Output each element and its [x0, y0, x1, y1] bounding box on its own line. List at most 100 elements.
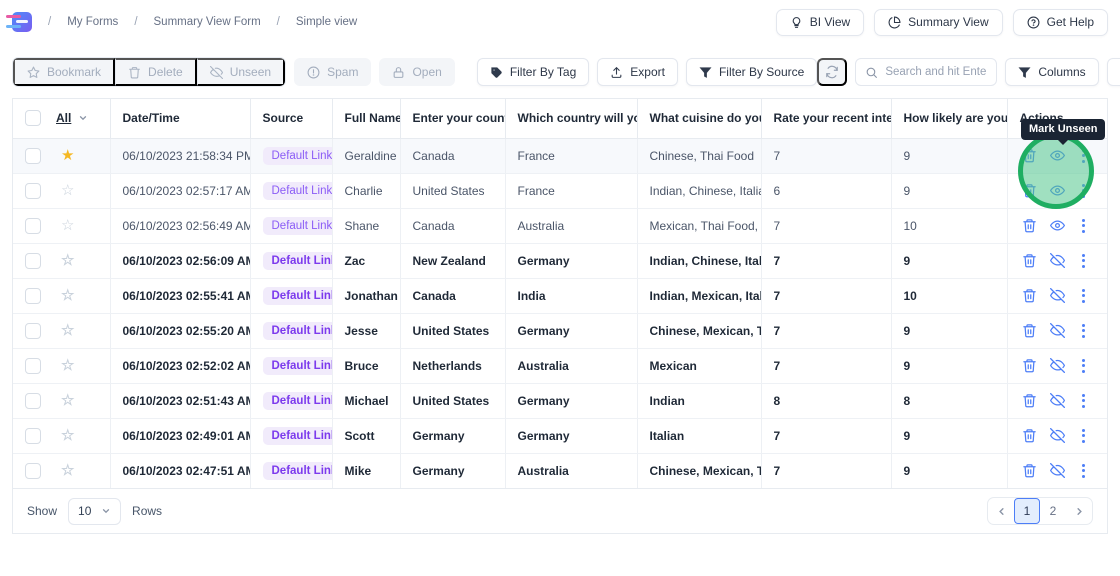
star-icon[interactable]: ★☆	[61, 462, 74, 479]
mark-seen-eye-off-icon[interactable]	[1050, 288, 1065, 303]
column-header-datetime[interactable]: Date/Time	[110, 99, 250, 138]
delete-row-icon[interactable]	[1022, 323, 1037, 338]
app-logo-icon[interactable]	[12, 12, 32, 32]
kebab-menu-icon[interactable]	[1078, 183, 1089, 199]
kebab-menu-icon[interactable]	[1078, 428, 1089, 444]
kebab-menu-icon[interactable]	[1078, 288, 1089, 304]
kebab-menu-icon[interactable]	[1078, 323, 1089, 339]
select-all-dropdown[interactable]: All	[56, 111, 71, 125]
mark-unseen-eye-icon[interactable]	[1050, 218, 1065, 233]
page-1-button[interactable]: 1	[1014, 498, 1040, 524]
chevron-down-icon[interactable]	[78, 113, 88, 123]
column-header-enter-country[interactable]: Enter your country	[400, 99, 505, 138]
filter-by-source-button[interactable]: Filter By Source	[686, 58, 817, 86]
delete-row-icon[interactable]	[1022, 428, 1037, 443]
spam-button[interactable]: Spam	[294, 58, 371, 86]
bi-view-button[interactable]: BI View	[776, 9, 864, 36]
delete-row-icon[interactable]	[1022, 183, 1037, 198]
source-badge[interactable]: Default Link	[263, 147, 333, 165]
column-header-cuisine[interactable]: What cuisine do you lo...	[637, 99, 761, 138]
select-all-checkbox[interactable]	[25, 110, 41, 126]
row-checkbox[interactable]	[25, 253, 41, 269]
source-badge[interactable]: Default Link	[263, 462, 333, 480]
row-checkbox[interactable]	[25, 218, 41, 234]
source-badge[interactable]: Default Link	[263, 287, 333, 305]
add-button[interactable]: + Add	[1107, 58, 1120, 86]
star-icon[interactable]: ★☆	[61, 147, 74, 164]
row-checkbox[interactable]	[25, 288, 41, 304]
star-icon[interactable]: ★☆	[61, 217, 74, 234]
star-icon[interactable]: ★☆	[61, 287, 74, 304]
source-badge[interactable]: Default Link	[263, 392, 333, 410]
page-size-select[interactable]: 10	[68, 498, 121, 525]
mark-seen-eye-off-icon[interactable]	[1050, 323, 1065, 338]
mark-unseen-eye-icon[interactable]	[1050, 183, 1065, 198]
get-help-button[interactable]: Get Help	[1013, 9, 1108, 36]
source-badge[interactable]: Default Link	[263, 182, 333, 200]
row-checkbox[interactable]	[25, 183, 41, 199]
row-rating: 7	[761, 243, 891, 278]
source-badge[interactable]: Default Link	[263, 357, 333, 375]
mark-unseen-eye-icon[interactable]	[1050, 148, 1065, 163]
source-badge[interactable]: Default Link	[263, 217, 333, 235]
star-icon[interactable]: ★☆	[61, 322, 74, 339]
summary-view-button[interactable]: Summary View	[874, 9, 1002, 36]
mark-seen-eye-off-icon[interactable]	[1050, 428, 1065, 443]
delete-row-icon[interactable]	[1022, 148, 1037, 163]
kebab-menu-icon[interactable]	[1078, 393, 1089, 409]
breadcrumb-summary-view-form[interactable]: Summary View Form	[154, 16, 261, 28]
mark-seen-eye-off-icon[interactable]	[1050, 253, 1065, 268]
delete-row-icon[interactable]	[1022, 358, 1037, 373]
delete-row-icon[interactable]	[1022, 463, 1037, 478]
column-header-actions: Actions	[1007, 99, 1107, 138]
breadcrumb-my-forms[interactable]: My Forms	[67, 16, 118, 28]
page-2-button[interactable]: 2	[1040, 498, 1066, 524]
filter-by-tag-button[interactable]: Filter By Tag	[477, 58, 589, 86]
refresh-button[interactable]	[817, 58, 847, 86]
source-badge[interactable]: Default Link	[263, 427, 333, 445]
mark-seen-eye-off-icon[interactable]	[1050, 358, 1065, 373]
mark-seen-eye-off-icon[interactable]	[1050, 393, 1065, 408]
export-icon	[610, 66, 623, 79]
column-header-source[interactable]: Source	[250, 99, 332, 138]
star-icon[interactable]: ★☆	[61, 392, 74, 409]
kebab-menu-icon[interactable]	[1078, 463, 1089, 479]
search-input[interactable]	[885, 66, 987, 78]
prev-page-button[interactable]	[988, 498, 1014, 524]
unseen-button[interactable]: Unseen	[197, 58, 285, 86]
kebab-menu-icon[interactable]	[1078, 148, 1089, 164]
source-badge[interactable]: Default Link	[263, 252, 333, 270]
source-badge[interactable]: Default Link	[263, 322, 333, 340]
columns-button[interactable]: Columns	[1005, 58, 1098, 86]
star-icon[interactable]: ★☆	[61, 427, 74, 444]
delete-row-icon[interactable]	[1022, 288, 1037, 303]
next-page-button[interactable]	[1066, 498, 1092, 524]
export-button[interactable]: Export	[597, 58, 678, 86]
delete-button[interactable]: Delete	[115, 58, 197, 86]
row-checkbox[interactable]	[25, 393, 41, 409]
row-checkbox[interactable]	[25, 463, 41, 479]
row-checkbox[interactable]	[25, 323, 41, 339]
column-header-rating[interactable]: Rate your recent intera...	[761, 99, 891, 138]
row-cuisine: Indian, Mexican, Italian	[637, 278, 761, 313]
row-checkbox[interactable]	[25, 148, 41, 164]
kebab-menu-icon[interactable]	[1078, 358, 1089, 374]
row-cuisine: Mexican	[637, 348, 761, 383]
kebab-menu-icon[interactable]	[1078, 218, 1089, 234]
row-checkbox[interactable]	[25, 358, 41, 374]
star-icon[interactable]: ★☆	[61, 182, 74, 199]
column-header-which-country[interactable]: Which country will you...	[505, 99, 637, 138]
delete-row-icon[interactable]	[1022, 253, 1037, 268]
breadcrumb-simple-view[interactable]: Simple view	[296, 16, 357, 28]
kebab-menu-icon[interactable]	[1078, 253, 1089, 269]
open-button[interactable]: Open	[379, 58, 454, 86]
mark-seen-eye-off-icon[interactable]	[1050, 463, 1065, 478]
column-header-likelihood[interactable]: How likely are you to r...	[891, 99, 1007, 138]
star-icon[interactable]: ★☆	[61, 357, 74, 374]
column-header-full-name[interactable]: Full Name	[332, 99, 400, 138]
row-checkbox[interactable]	[25, 428, 41, 444]
bookmark-button[interactable]: Bookmark	[13, 58, 115, 86]
delete-row-icon[interactable]	[1022, 393, 1037, 408]
delete-row-icon[interactable]	[1022, 218, 1037, 233]
star-icon[interactable]: ★☆	[61, 252, 74, 269]
